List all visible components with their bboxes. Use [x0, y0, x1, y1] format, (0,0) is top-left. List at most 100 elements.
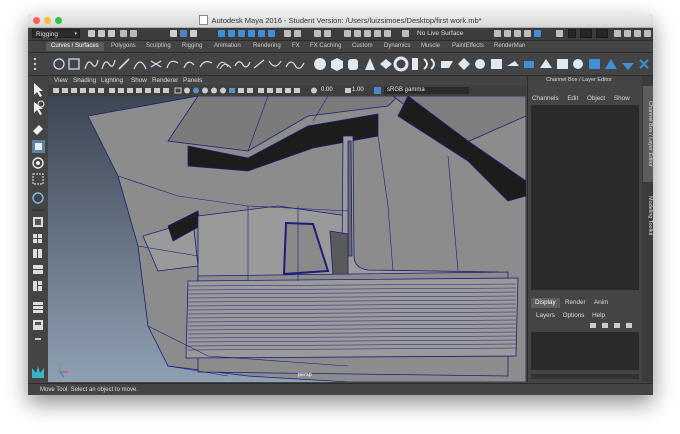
soft-select-icon[interactable]: [364, 30, 371, 37]
new-layer-icon[interactable]: [614, 323, 620, 328]
gate-mask-icon[interactable]: [136, 88, 142, 93]
z-field[interactable]: [596, 29, 608, 38]
four-view-icon[interactable]: [33, 234, 42, 243]
shelf-tab-painteffects[interactable]: PaintEffects: [452, 42, 484, 51]
depth-of-field-icon[interactable]: [258, 88, 264, 93]
select-icon[interactable]: [34, 83, 43, 97]
menu-edit[interactable]: Edit: [567, 95, 578, 102]
menu-renderer[interactable]: Renderer: [152, 76, 178, 85]
menu-lighting[interactable]: Lighting: [101, 76, 123, 85]
render-frame-icon[interactable]: [504, 30, 511, 37]
film-gate-icon[interactable]: [118, 88, 124, 93]
make-live-icon[interactable]: [402, 30, 409, 37]
new-scene-icon[interactable]: [88, 30, 95, 37]
transform-fields-icon[interactable]: [556, 30, 563, 37]
rotate-icon[interactable]: [32, 157, 44, 169]
outliner-icon[interactable]: [33, 302, 43, 313]
textured-icon[interactable]: [202, 87, 208, 94]
xray-icon[interactable]: [276, 88, 282, 93]
planar-icon[interactable]: [441, 61, 453, 68]
nurbs-circle-icon[interactable]: [53, 58, 65, 70]
scale-icon[interactable]: [32, 173, 44, 185]
menu-layers[interactable]: Layers: [536, 312, 555, 319]
use-all-lights-icon[interactable]: [211, 87, 217, 94]
move-icon[interactable]: [35, 143, 42, 150]
nurbs-cube-icon[interactable]: [331, 58, 343, 71]
layer-list[interactable]: [531, 332, 639, 370]
extend-curve-icon[interactable]: [199, 61, 213, 68]
nurbs-sphere-icon[interactable]: [314, 58, 326, 70]
bookmarks-icon[interactable]: [71, 88, 77, 93]
color-management-icon[interactable]: [374, 87, 381, 94]
new-layer-selected-icon[interactable]: [626, 323, 632, 328]
channel-box-area[interactable]: [531, 105, 639, 290]
resolution-gate-icon[interactable]: [127, 88, 133, 93]
birail-icon[interactable]: [475, 59, 485, 69]
grid-icon[interactable]: [109, 88, 115, 93]
last-tool-icon[interactable]: [32, 192, 44, 204]
layer-scrollbar[interactable]: [531, 374, 639, 379]
viewport-persp[interactable]: persp: [48, 96, 526, 382]
paint-select-icon[interactable]: [33, 125, 43, 135]
pencil-curve-icon[interactable]: [118, 58, 130, 70]
cv-curve-icon[interactable]: [84, 59, 99, 70]
motion-blur-icon[interactable]: [238, 88, 244, 93]
ambient-occlusion-icon[interactable]: [229, 88, 235, 93]
smooth-shade-icon[interactable]: [184, 87, 190, 94]
menu-view[interactable]: View: [54, 76, 68, 85]
add-points-icon[interactable]: [253, 59, 265, 69]
revolve-icon[interactable]: [412, 58, 418, 70]
attach-surfaces-icon[interactable]: [589, 59, 600, 69]
detach-surfaces-icon[interactable]: [605, 59, 617, 69]
xray-joints-icon[interactable]: [285, 88, 291, 93]
gamma-icon[interactable]: [345, 88, 351, 93]
menu-channels[interactable]: Channels: [532, 95, 559, 102]
y-field[interactable]: [580, 29, 592, 38]
menu-set-dropdown[interactable]: Rigging ▾: [32, 29, 80, 38]
rebuild-surface-icon[interactable]: [622, 63, 634, 70]
undo-icon[interactable]: [120, 30, 127, 37]
shelf-tab-sculpting[interactable]: Sculpting: [146, 42, 171, 51]
shelf-tab-dynamics[interactable]: Dynamics: [384, 42, 410, 51]
render-settings-icon[interactable]: [524, 30, 531, 37]
bevel-plus-icon[interactable]: [524, 61, 534, 68]
side-tab-channel-box[interactable]: Channel Box / Layer Editor: [643, 86, 653, 182]
multisample-aa-icon[interactable]: [247, 88, 253, 93]
shelf-tab-muscle[interactable]: Muscle: [421, 42, 440, 51]
extrude-icon[interactable]: [458, 58, 470, 70]
offset-curve-icon[interactable]: [216, 61, 232, 70]
snap-live-icon[interactable]: [268, 30, 275, 37]
shelf-tab-renderman[interactable]: RenderMan: [494, 42, 525, 51]
grease-pencil-icon[interactable]: [98, 88, 104, 93]
select-component-icon[interactable]: [190, 30, 197, 37]
2d-pan-zoom-icon[interactable]: [89, 88, 95, 93]
nurbs-cylinder-icon[interactable]: [348, 59, 358, 70]
detach-curves-icon[interactable]: [166, 60, 179, 69]
menu-show[interactable]: Show: [131, 76, 147, 85]
rebuild-curve-icon[interactable]: [234, 61, 251, 68]
select-object-icon[interactable]: [180, 30, 187, 37]
field-chart-icon[interactable]: [145, 88, 151, 93]
magnet-icon[interactable]: [344, 30, 351, 37]
attach-curves-icon[interactable]: [150, 60, 162, 68]
tab-display[interactable]: Display: [531, 298, 560, 308]
snap-view-icon[interactable]: [248, 30, 255, 37]
redo-icon[interactable]: [130, 30, 137, 37]
extend-surface-icon[interactable]: [557, 59, 568, 69]
ipr-render-icon[interactable]: [514, 30, 521, 37]
tab-render[interactable]: Render: [561, 298, 590, 308]
exposure-value[interactable]: 0.00: [321, 87, 333, 94]
nurbs-cone-icon[interactable]: [365, 58, 375, 70]
open-scene-icon[interactable]: [98, 30, 105, 37]
snap-curve-icon[interactable]: [228, 30, 235, 37]
safe-action-icon[interactable]: [154, 88, 160, 93]
snap-grid-icon[interactable]: [218, 30, 225, 37]
move-layer-down-icon[interactable]: [602, 323, 608, 328]
construction-history-icon[interactable]: [294, 30, 301, 37]
nurbs-plane-icon[interactable]: [380, 59, 392, 69]
color-space-dropdown[interactable]: sRGB gamma: [384, 87, 469, 94]
arc-tool-icon[interactable]: [133, 61, 147, 70]
tab-anim[interactable]: Anim: [590, 298, 612, 308]
input-ops-icon[interactable]: [324, 30, 331, 37]
model-wireframe[interactable]: [48, 96, 526, 382]
